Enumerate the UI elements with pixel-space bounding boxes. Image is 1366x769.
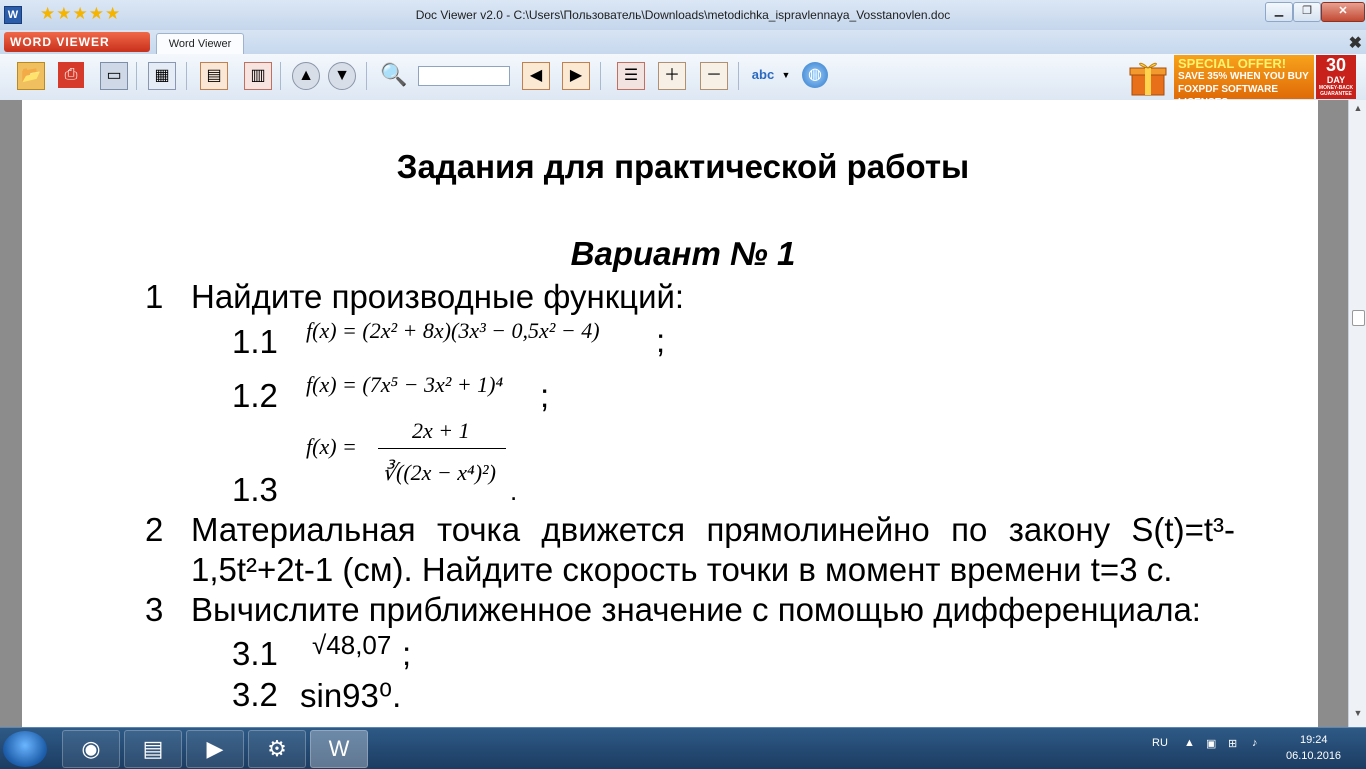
formula-1-3-numerator: 2x + 1 [412,418,470,443]
screen-icon[interactable]: ▭ [100,62,128,90]
money-back-badge[interactable]: 30 DAY MONEY-BACK GUARANTEE [1316,55,1356,99]
badge-days: 30 [1325,55,1347,75]
clock-date[interactable]: 06.10.2016 [1286,750,1341,762]
start-button[interactable] [3,731,47,767]
steam-icon[interactable]: ⚙ [248,730,306,768]
find-next-icon[interactable]: ▶ [562,62,590,90]
task-text: Материальная точка движется прямолинейно… [191,511,1235,548]
task-number: 2 [145,511,164,548]
window-title: Doc Viewer v2.0 - C:\Users\Пользователь\… [415,8,951,22]
document-page[interactable] [22,100,1318,727]
tab-word-viewer[interactable]: Word Viewer [156,33,244,55]
zoom-in-icon[interactable]: ＋ [658,62,686,90]
toolbar-separator [280,62,281,90]
taskbar: ◉ ▤ ▶ ⚙ W RU ▲ ▣ ⊞ ♪ 19:24 06.10.2016 [0,727,1366,769]
formula-3-1: √48,07 [312,630,392,660]
globe-icon[interactable]: ◍ [802,62,828,88]
zoom-out-icon[interactable]: － [700,62,728,90]
gift-icon [1128,57,1168,97]
variant-heading: Вариант № 1 [570,235,796,272]
task-text: 1,5t²+2t-1 (см). Найдите скорость точки … [191,551,1173,588]
search-input[interactable] [418,66,510,86]
print-icon[interactable]: ⎙ [58,62,84,88]
fraction-bar [378,448,506,449]
subtask-number: 1.2 [232,377,278,414]
export-image-icon[interactable]: ▦ [148,62,176,90]
special-offer-banner[interactable]: SPECIAL OFFER! SAVE 35% WHEN YOU BUY FOX… [1174,55,1314,108]
subtask-number: 3.2 [232,676,278,713]
tab-bar: WORD VIEWER Word Viewer ✖ [0,30,1366,55]
task-text: Найдите производные функций: [191,278,685,315]
language-indicator[interactable]: RU [1152,737,1168,749]
page-up-icon[interactable]: ▲ [292,62,320,90]
explorer-icon[interactable]: ▤ [124,730,182,768]
formula-tail: . [510,476,518,506]
title-bar: W ★★★★★ Doc Viewer v2.0 - C:\Users\Польз… [0,0,1366,31]
badge-day-label: DAY [1326,75,1346,85]
scroll-up-icon[interactable]: ▲ [1349,100,1366,116]
network-icon[interactable]: ⊞ [1228,737,1237,750]
find-previous-icon[interactable]: ◀ [522,62,550,90]
task-text: Вычислите приближенное значение с помощь… [191,591,1201,628]
formula-1-3-denominator: ∛((2x − x⁴)²) [382,460,496,485]
scroll-down-icon[interactable]: ▼ [1349,705,1366,721]
formula-1-3-lhs: f(x) = [306,434,357,459]
scroll-thumb[interactable] [1352,310,1365,326]
task-number: 3 [145,591,164,628]
formula-tail: ; [656,322,666,359]
maximize-button[interactable]: ❐ [1293,2,1321,22]
toolbar-separator [738,62,739,90]
page-down-icon[interactable]: ▼ [328,62,356,90]
badge-guarantee: MONEY-BACK GUARANTEE [1318,85,1354,97]
chrome-icon[interactable]: ◉ [62,730,120,768]
volume-icon[interactable]: ♪ [1252,737,1258,749]
chevron-down-icon[interactable]: ▼ [780,62,792,88]
clock-time[interactable]: 19:24 [1300,734,1328,746]
page-layout-icon[interactable]: ☰ [617,62,645,90]
subtask-number: 1.1 [232,323,278,360]
spell-check-icon[interactable]: abc [750,62,776,88]
toolbar-separator [186,62,187,90]
document-heading: Задания для практической работы [396,148,970,185]
formula-1-1: f(x) = (2x² + 8x)(3x³ − 0,5x² − 4) [306,318,600,343]
toolbar-separator [600,62,601,90]
formula-tail: ; [540,377,550,414]
subtask-number: 1.3 [232,471,278,508]
formula-tail: ; [402,635,412,672]
search-icon[interactable]: 🔍 [380,62,407,88]
tray-arrow-icon[interactable]: ▲ [1184,737,1195,749]
tray-icon[interactable]: ▣ [1206,737,1216,750]
offer-headline: SPECIAL OFFER! [1178,56,1287,71]
convert-icon[interactable]: ▤ [200,62,228,90]
minimize-button[interactable]: ▁ [1265,2,1293,22]
close-tab-icon[interactable]: ✖ [1349,33,1362,53]
word-viewer-logo[interactable]: WORD VIEWER [4,32,150,52]
toolbar-separator [136,62,137,90]
offer-line: SAVE 35% WHEN YOU BUY [1178,71,1309,82]
task-number: 1 [145,278,164,315]
media-player-icon[interactable]: ▶ [186,730,244,768]
vertical-scrollbar[interactable]: ▲ ▼ [1348,100,1366,727]
close-button[interactable]: ✕ [1321,2,1365,22]
formula-3-2: sin93⁰. [300,677,402,714]
formula-1-2: f(x) = (7x⁵ − 3x² + 1)⁴ [306,372,504,397]
word-viewer-icon[interactable]: W [310,730,368,768]
open-file-icon[interactable]: 📂 [17,62,45,90]
convert-excel-icon[interactable]: ▥ [244,62,272,90]
subtask-number: 3.1 [232,635,278,672]
toolbar-separator [366,62,367,90]
document-area[interactable] [0,100,1348,727]
